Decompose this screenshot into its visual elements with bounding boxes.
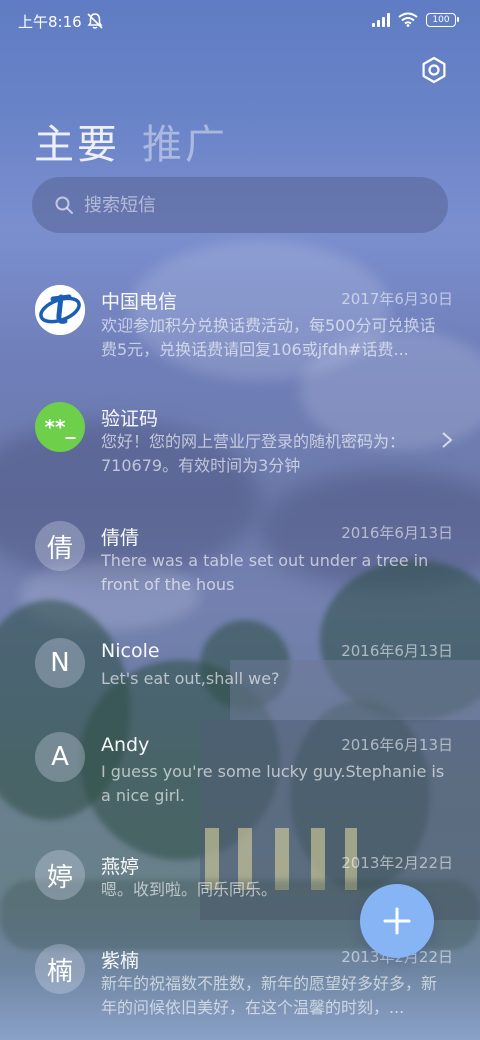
- contact-name: Nicole: [101, 640, 160, 662]
- chevron-right-icon: [442, 432, 453, 448]
- avatar: N: [35, 638, 85, 688]
- signal-icon: [372, 12, 390, 27]
- avatar: 婷: [35, 850, 85, 900]
- plus-icon: [383, 907, 411, 935]
- battery-icon: 100: [426, 12, 459, 27]
- settings-icon: [422, 56, 446, 84]
- avatar: 倩: [35, 521, 85, 571]
- status-icons: 100: [372, 12, 459, 27]
- avatar: **_: [35, 402, 85, 452]
- message-preview: 您好！您的网上营业厅登录的随机密码为：710679。有效时间为3分钟: [101, 432, 406, 475]
- avatar: [35, 285, 85, 335]
- message-preview: I guess you're some lucky guy.Stephanie …: [101, 762, 445, 805]
- message-preview: 欢迎参加积分兑换话费活动，每500分可兑换话费5元，兑换话费请回复106或jfd…: [101, 316, 436, 359]
- contact-name: 燕婷: [101, 856, 140, 878]
- mute-icon: [87, 13, 103, 29]
- contact-name: 紫楠: [101, 950, 140, 972]
- compose-button[interactable]: [360, 884, 434, 958]
- search-icon: [55, 196, 73, 214]
- contact-name: 验证码: [101, 408, 159, 430]
- message-preview: There was a table set out under a tree i…: [101, 551, 429, 594]
- contact-name: 中国电信: [101, 291, 178, 313]
- search-input[interactable]: [84, 194, 384, 216]
- tab-bar: 主要 推广: [34, 112, 228, 170]
- avatar: A: [35, 732, 85, 782]
- wifi-icon: [398, 12, 418, 27]
- status-bar: 上午8:16 100: [0, 0, 480, 44]
- settings-button[interactable]: [418, 54, 450, 86]
- tab-promotions[interactable]: 推广: [142, 112, 228, 170]
- conversation-item[interactable]: 中国电信 2017年6月30日 欢迎参加积分兑换话费活动，每500分可兑换话费5…: [0, 264, 480, 374]
- contact-name: Andy: [101, 734, 150, 756]
- avatar: 楠: [35, 944, 85, 994]
- message-date: 2017年6月30日: [341, 290, 453, 308]
- battery-level: 100: [432, 14, 450, 25]
- china-telecom-logo-icon: [35, 285, 85, 335]
- status-time: 上午8:16: [18, 13, 82, 31]
- conversation-item[interactable]: A Andy 2016年6月13日 I guess you're some lu…: [0, 712, 480, 822]
- tab-primary[interactable]: 主要: [34, 112, 120, 170]
- conversation-item[interactable]: N Nicole 2016年6月13日 Let's eat out,shall …: [0, 617, 480, 727]
- conversation-item[interactable]: 倩 倩倩 2016年6月13日 There was a table set ou…: [0, 500, 480, 610]
- message-preview: Let's eat out,shall we?: [101, 669, 280, 688]
- message-date: 2016年6月13日: [341, 642, 453, 660]
- conversation-item[interactable]: **_ 验证码 您好！您的网上营业厅登录的随机密码为：710679。有效时间为3…: [0, 382, 480, 492]
- message-date: 2016年6月13日: [341, 524, 453, 542]
- message-date: 2013年2月22日: [341, 854, 453, 872]
- message-date: 2016年6月13日: [341, 736, 453, 754]
- search-bar[interactable]: [32, 177, 448, 233]
- message-preview: 新年的祝福数不胜数，新年的愿望好多好多，新年的问候依旧美好，在这个温馨的时刻，.…: [101, 974, 438, 1017]
- contact-name: 倩倩: [101, 527, 140, 549]
